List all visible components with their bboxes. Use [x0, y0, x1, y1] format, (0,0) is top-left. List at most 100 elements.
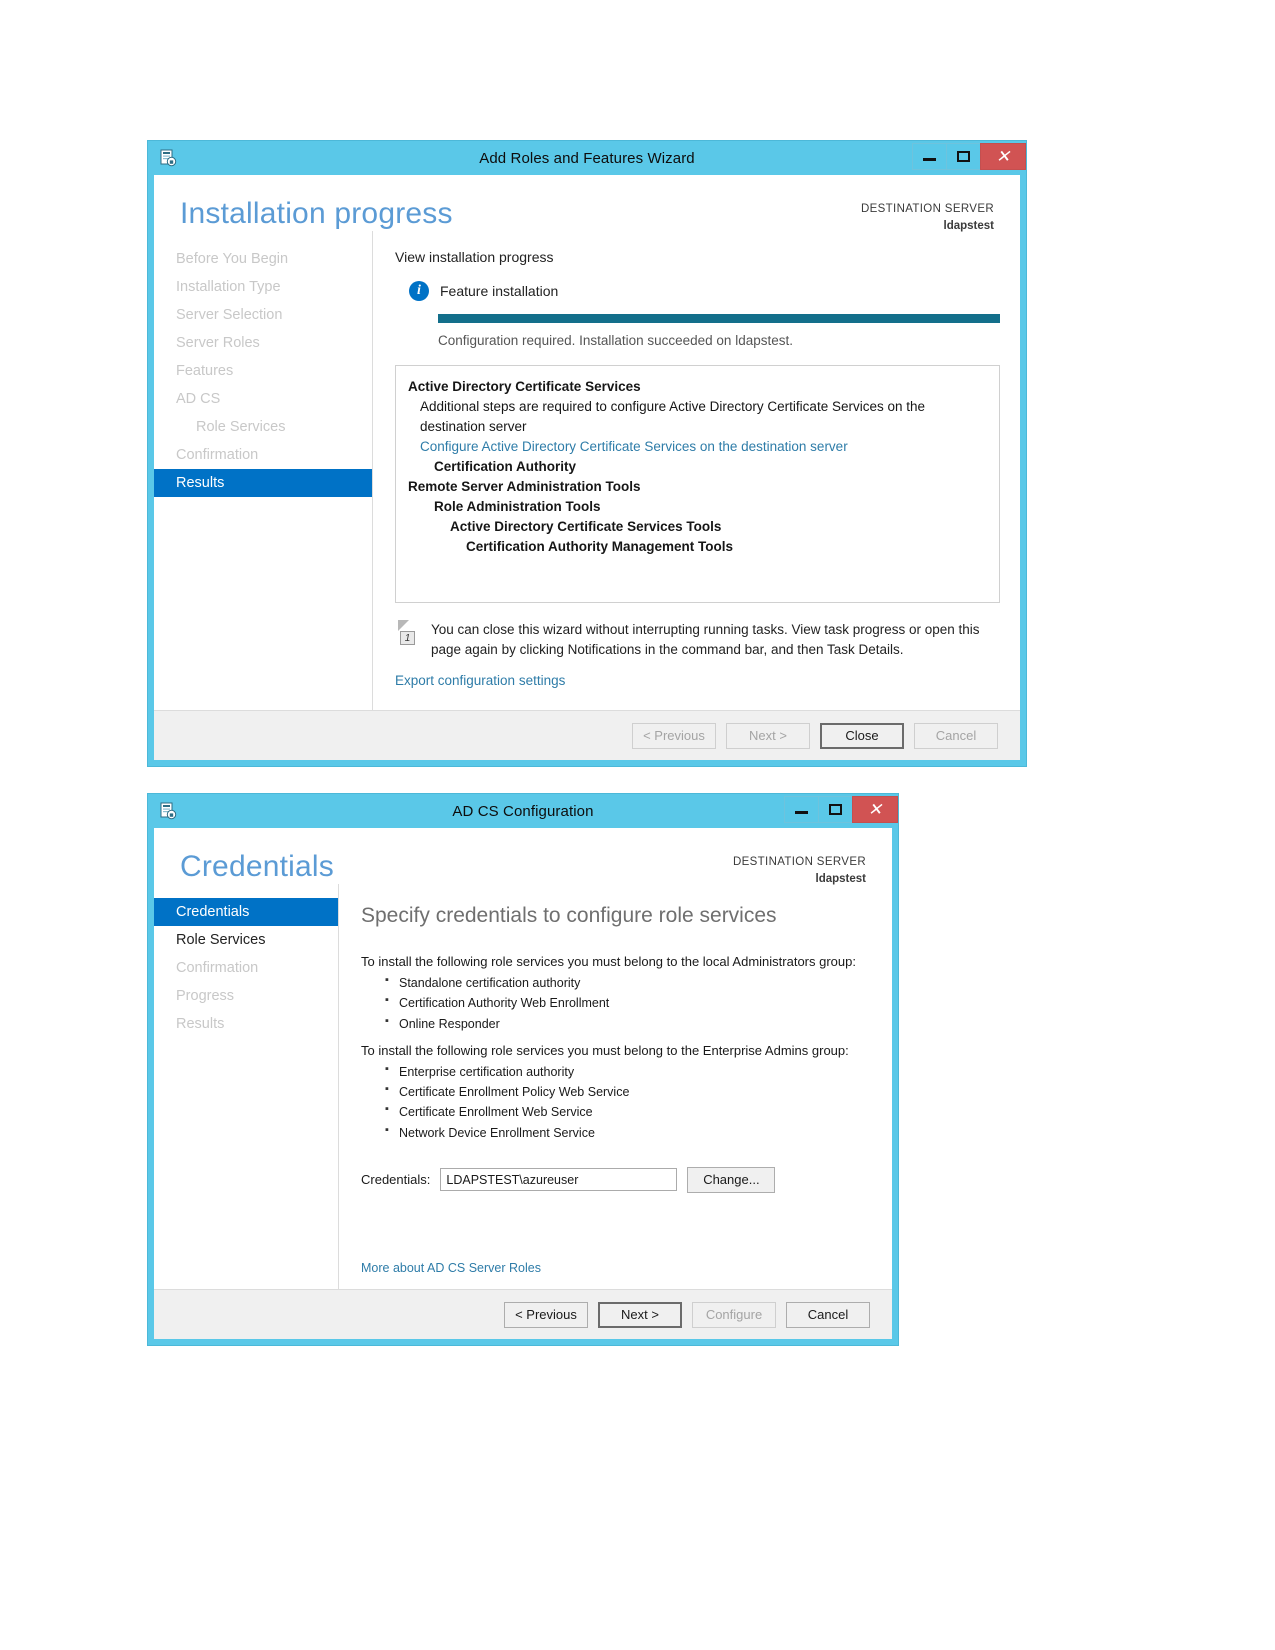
sidebar-item-before-you-begin[interactable]: Before You Begin: [154, 245, 372, 273]
destination-server-block: DESTINATION SERVER ldapstest: [861, 201, 994, 234]
sidebar-item-ad-cs[interactable]: AD CS: [154, 385, 372, 413]
notification-flag-icon: 1: [398, 620, 418, 646]
sidebar-item-role-services[interactable]: Role Services: [154, 413, 372, 441]
window2-header: Credentials DESTINATION SERVER ldapstest: [154, 828, 892, 887]
local-admins-paragraph: To install the following role services y…: [361, 954, 856, 969]
next-button[interactable]: Next >: [726, 722, 810, 749]
sidebar-item-credentials[interactable]: Credentials: [154, 898, 338, 926]
maximize-button[interactable]: [818, 796, 853, 823]
previous-button[interactable]: < Previous: [504, 1301, 588, 1328]
list-item: Online Responder: [385, 1012, 872, 1034]
minimize-icon: [795, 811, 808, 814]
section-heading: Specify credentials to configure role se…: [361, 904, 777, 927]
list-item: Standalone certification authority: [385, 972, 872, 993]
progress-bar-fill: [438, 314, 1000, 323]
list-item: Certificate Enrollment Web Service: [385, 1101, 872, 1122]
result-item: Certification Authority Management Tools: [466, 538, 734, 554]
close-button[interactable]: ✕: [980, 143, 1026, 170]
notice-text: You can close this wizard without interr…: [431, 622, 980, 657]
list-item: Enterprise certification authority: [385, 1061, 872, 1082]
list-item: Certification Authority Web Enrollment: [385, 992, 872, 1013]
sidebar-item-confirmation[interactable]: Confirmation: [154, 954, 338, 982]
result-item: Active Directory Certificate Services: [408, 379, 641, 394]
enterprise-admins-paragraph: To install the following role services y…: [361, 1042, 849, 1058]
progress-message: Configuration required. Installation suc…: [438, 333, 793, 348]
export-configuration-settings-link[interactable]: Export configuration settings: [395, 673, 1000, 688]
window2-pane: Specify credentials to configure role se…: [338, 884, 892, 1289]
nav-label: Installation Type: [176, 279, 281, 295]
window1-footer: < Previous Next > Close Cancel: [154, 710, 1020, 760]
list-item: Certificate Enrollment Policy Web Servic…: [385, 1081, 872, 1102]
progress-track: [438, 314, 1000, 323]
close-wizard-button[interactable]: Close: [820, 722, 904, 749]
credentials-label: Credentials:: [361, 1172, 431, 1188]
minimize-icon: [923, 158, 936, 161]
window2-titlebar[interactable]: AD CS Configuration ✕: [148, 794, 898, 828]
window2-footer: < Previous Next > Configure Cancel: [154, 1289, 892, 1339]
maximize-icon: [829, 804, 842, 815]
close-button[interactable]: ✕: [852, 796, 898, 823]
destination-server-label: DESTINATION SERVER: [860, 203, 994, 215]
nav-label: Progress: [176, 988, 235, 1004]
more-about-adcs-link[interactable]: More about AD CS Server Roles: [361, 1261, 541, 1275]
view-installation-progress-label: View installation progress: [395, 249, 554, 265]
sidebar-item-results[interactable]: Results: [154, 1010, 338, 1038]
minimize-button[interactable]: [912, 143, 947, 170]
window1-content: Before You Begin Installation Type Serve…: [154, 231, 1020, 710]
sidebar-item-server-selection[interactable]: Server Selection: [154, 301, 372, 329]
nav-label: Server Roles: [176, 335, 260, 351]
configure-adcs-link[interactable]: Configure Active Directory Certificate S…: [408, 437, 987, 457]
configure-button[interactable]: Configure: [692, 1301, 776, 1328]
server-wizard-icon: [158, 801, 178, 821]
add-roles-and-features-wizard-window: Add Roles and Features Wizard ✕ Installa…: [147, 140, 1027, 767]
previous-button[interactable]: < Previous: [632, 722, 716, 749]
local-admins-role-list: Standalone certification authority Certi…: [361, 972, 872, 1034]
credentials-row: Credentials: LDAPSTEST\azureuser Change.…: [361, 1166, 872, 1193]
window1-nav: Before You Begin Installation Type Serve…: [154, 231, 372, 710]
feature-installation-row: i Feature installation: [409, 281, 1000, 301]
sidebar-item-role-services[interactable]: Role Services: [154, 926, 338, 954]
result-item: Role Administration Tools: [434, 498, 601, 514]
nav-label: AD CS: [176, 391, 221, 407]
window2-controls: ✕: [784, 796, 898, 824]
cancel-button[interactable]: Cancel: [786, 1301, 870, 1328]
nav-label: Confirmation: [176, 447, 259, 463]
sidebar-item-installation-type[interactable]: Installation Type: [154, 273, 372, 301]
ad-cs-configuration-window: AD CS Configuration ✕ Credentials DESTIN…: [147, 793, 899, 1346]
installation-results-box[interactable]: Active Directory Certificate Services Ad…: [395, 365, 1000, 603]
change-credentials-button[interactable]: Change...: [687, 1166, 776, 1193]
nav-label: Features: [176, 363, 234, 379]
sidebar-item-results[interactable]: Results: [154, 469, 372, 497]
window1-header: Installation progress DESTINATION SERVER…: [154, 175, 1020, 234]
window1-title: Add Roles and Features Wizard: [479, 149, 695, 167]
window2-nav: Credentials Role Services Confirmation P…: [154, 884, 338, 1289]
sidebar-item-confirmation[interactable]: Confirmation: [154, 441, 372, 469]
feature-installation-label: Feature installation: [440, 283, 559, 299]
screenshot-page: Add Roles and Features Wizard ✕ Installa…: [0, 0, 1275, 1650]
window1-controls: ✕: [912, 143, 1026, 171]
window2-content: Credentials Role Services Confirmation P…: [154, 884, 892, 1289]
sidebar-item-server-roles[interactable]: Server Roles: [154, 329, 372, 357]
result-item: Remote Server Administration Tools: [408, 478, 641, 494]
nav-label: Before You Begin: [176, 251, 289, 267]
maximize-button[interactable]: [946, 143, 981, 170]
sidebar-item-features[interactable]: Features: [154, 357, 372, 385]
minimize-button[interactable]: [784, 796, 819, 823]
close-icon: ✕: [995, 147, 1011, 166]
destination-server-block: DESTINATION SERVER ldapstest: [733, 854, 866, 887]
sidebar-item-progress[interactable]: Progress: [154, 982, 338, 1010]
notification-count: 1: [400, 631, 415, 645]
window1-body: Installation progress DESTINATION SERVER…: [154, 175, 1020, 760]
window1-titlebar[interactable]: Add Roles and Features Wizard ✕: [148, 141, 1026, 175]
close-icon: ✕: [867, 800, 883, 819]
next-button[interactable]: Next >: [598, 1301, 682, 1328]
nav-label: Role Services: [196, 419, 286, 435]
nav-label: Credentials: [176, 904, 250, 920]
enterprise-admins-role-list: Enterprise certification authority Certi…: [361, 1061, 872, 1143]
window1-pane: View installation progress i Feature ins…: [372, 231, 1020, 710]
cancel-button[interactable]: Cancel: [914, 722, 998, 749]
destination-server-label: DESTINATION SERVER: [732, 856, 866, 868]
window2-title: AD CS Configuration: [452, 802, 594, 820]
window2-body: Credentials DESTINATION SERVER ldapstest…: [154, 828, 892, 1339]
credentials-input[interactable]: LDAPSTEST\azureuser: [440, 1168, 678, 1192]
